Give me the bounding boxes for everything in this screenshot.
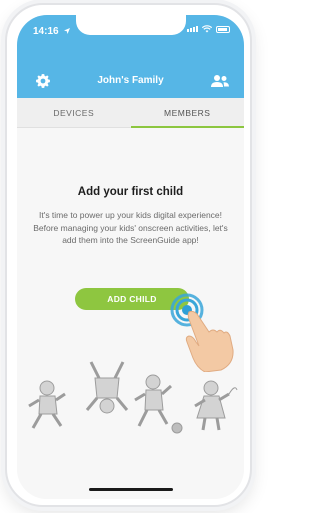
tab-members[interactable]: MEMBERS xyxy=(130,98,245,128)
empty-state-description: It's time to power up your kids digital … xyxy=(33,210,228,245)
battery-icon xyxy=(216,25,230,33)
device-notch xyxy=(75,15,186,35)
power-button xyxy=(250,145,252,197)
empty-state-heading: Add your first child xyxy=(77,186,184,198)
home-indicator xyxy=(88,488,173,491)
status-bar: 14:16 xyxy=(17,15,244,49)
volume-up-button xyxy=(5,130,7,166)
signal-icon xyxy=(187,26,198,32)
tab-devices[interactable]: DEVICES xyxy=(17,98,131,128)
tab-bar: DEVICES MEMBERS xyxy=(17,98,244,128)
title-bar: John's Family xyxy=(17,69,244,93)
location-arrow-icon xyxy=(64,28,70,34)
mute-switch xyxy=(5,95,7,117)
add-member-icon[interactable] xyxy=(210,73,230,89)
status-time: 14:16 xyxy=(33,26,59,37)
status-icons xyxy=(187,25,230,33)
kids-illustration xyxy=(28,361,238,434)
app-screen: 14:16 John's Family DEVICES MEMBERS Add … xyxy=(17,15,244,499)
members-empty-state: Add your first child It's time to power … xyxy=(17,128,244,499)
app-header: 14:16 John's Family xyxy=(17,15,244,98)
wifi-icon xyxy=(202,25,212,33)
phone-frame: 14:16 John's Family DEVICES MEMBERS Add … xyxy=(5,3,252,507)
volume-down-button xyxy=(5,173,7,209)
